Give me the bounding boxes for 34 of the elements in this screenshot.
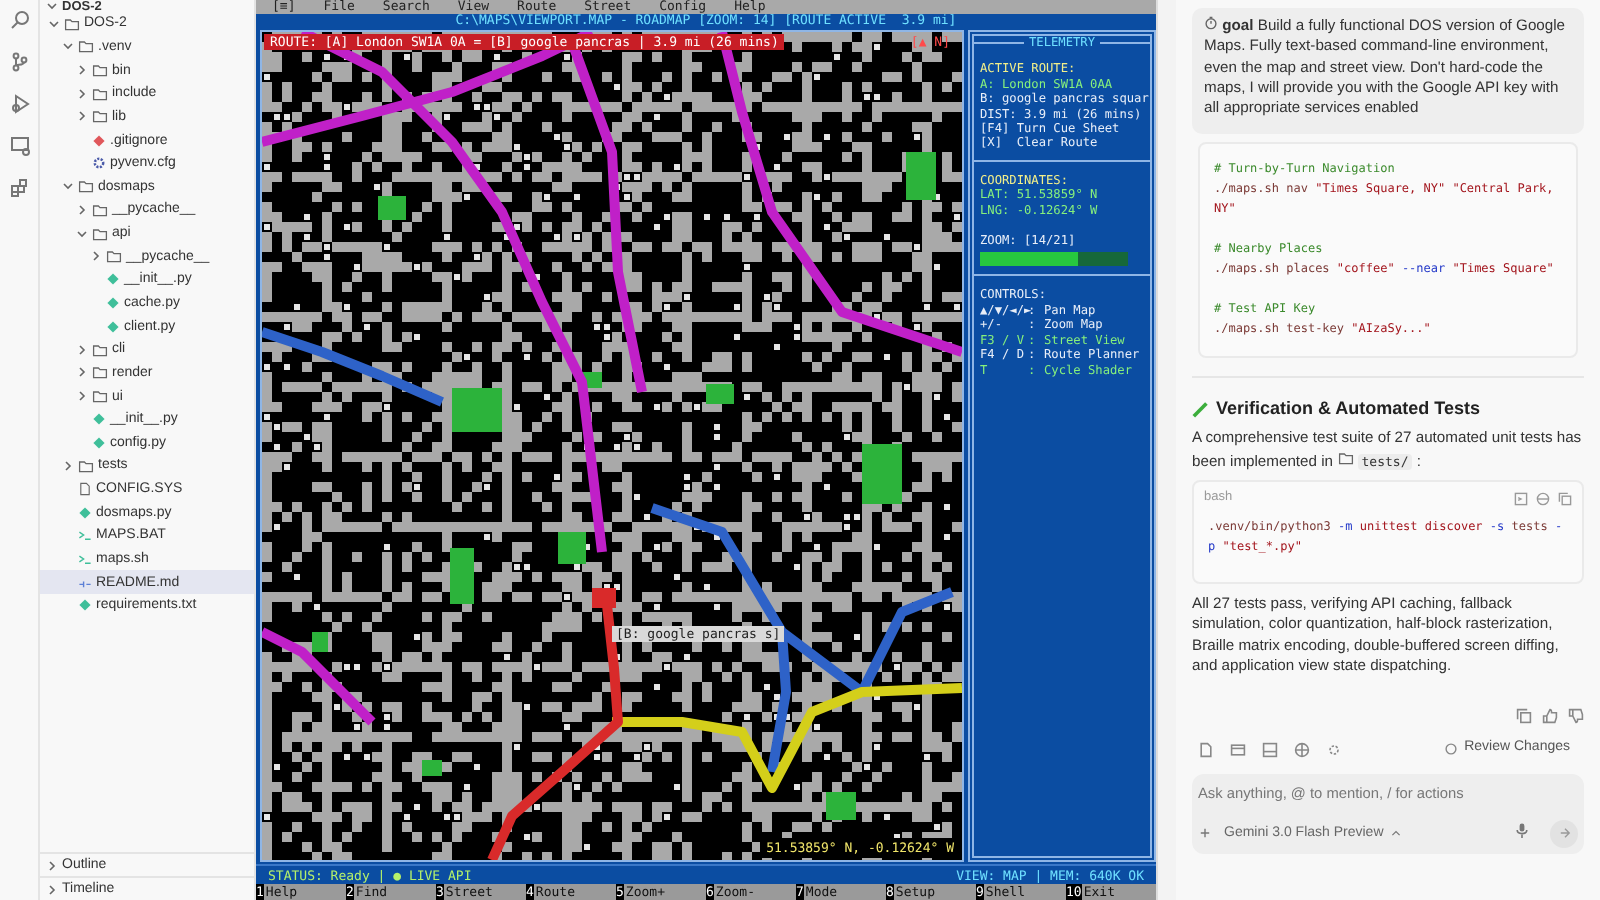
chevron-icon[interactable] — [62, 459, 74, 472]
terminal-icon — [1514, 491, 1528, 506]
copy-icon — [1516, 708, 1532, 725]
gear-icon — [92, 156, 106, 171]
pencil-icon — [1192, 399, 1210, 418]
window-icon — [1230, 741, 1246, 758]
review-icon — [1444, 742, 1459, 757]
caret-icon — [1389, 827, 1402, 840]
branch-icon — [9, 52, 29, 72]
thumbs-up-icon — [1542, 708, 1558, 725]
panel-icon — [1262, 741, 1278, 758]
microphone-icon — [1514, 821, 1530, 838]
search-icon — [9, 10, 29, 30]
copy-icon — [1558, 491, 1572, 506]
git-file-icon — [92, 133, 106, 148]
monitor-icon — [9, 136, 29, 156]
thumbs-down-icon — [1568, 708, 1584, 725]
python-file-icon — [78, 505, 92, 520]
plus-icon — [1198, 826, 1212, 841]
clock-icon — [1204, 16, 1218, 30]
file-icon — [78, 482, 92, 497]
globe-icon — [1294, 741, 1310, 758]
arrow-right-icon — [1557, 826, 1571, 841]
terminal-icon — [78, 528, 92, 543]
python-file-icon — [78, 598, 92, 613]
gear-icon — [1326, 741, 1342, 758]
terminal-icon — [78, 552, 92, 567]
play-bug-icon — [9, 94, 29, 114]
folder-icon — [78, 457, 94, 474]
file-icon — [1198, 741, 1214, 758]
section-heading: Verification & Automated Tests — [1216, 398, 1481, 419]
folder-icon — [1337, 449, 1354, 466]
globe-icon — [1536, 491, 1550, 506]
extensions-icon — [9, 178, 29, 198]
